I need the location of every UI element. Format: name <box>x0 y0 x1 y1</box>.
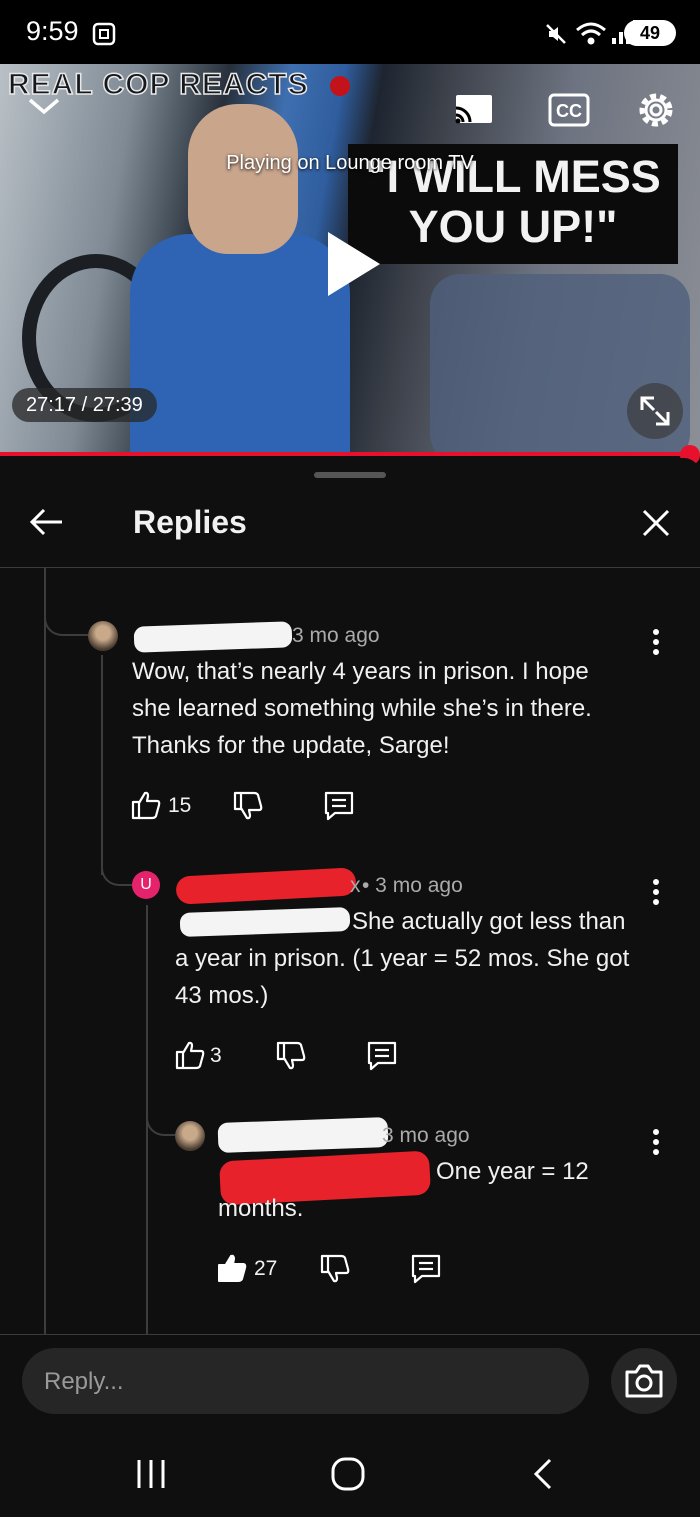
system-nav-bar <box>0 1430 700 1517</box>
thumbs-up-icon[interactable] <box>216 1252 248 1284</box>
reply-icon[interactable] <box>410 1253 442 1285</box>
driver-face <box>188 104 298 254</box>
minimize-chevron-icon[interactable] <box>26 94 62 118</box>
progress-bar[interactable] <box>0 452 690 456</box>
panel-title: Replies <box>133 504 247 540</box>
status-time: 9:59 <box>26 16 79 46</box>
thumbs-down-icon[interactable] <box>275 1040 307 1072</box>
comment-text: One year = 12 <box>436 1158 589 1185</box>
reply-divider <box>0 1334 700 1335</box>
avatar[interactable] <box>175 1121 205 1151</box>
more-icon[interactable] <box>646 878 666 908</box>
camera-button[interactable] <box>611 1348 677 1414</box>
close-icon[interactable] <box>640 507 672 539</box>
video-player[interactable]: REAL COP REACTS CC "I WILL MESS YOU UP!"… <box>0 64 700 456</box>
settings-icon[interactable] <box>636 90 676 130</box>
comment-time: 3 mo ago <box>292 624 380 647</box>
camera-icon <box>625 1364 663 1398</box>
handle-suffix: x <box>350 874 361 897</box>
like-count: 3 <box>210 1044 222 1067</box>
redacted-username <box>217 1117 389 1153</box>
reply-input[interactable]: Reply... <box>22 1348 589 1414</box>
reply-placeholder: Reply... <box>44 1368 124 1395</box>
home-icon[interactable] <box>330 1456 366 1492</box>
fullscreen-icon[interactable] <box>626 382 684 440</box>
thread-line <box>101 655 103 875</box>
comment-time: • 3 mo ago <box>362 874 463 897</box>
screenshot-icon <box>92 22 116 46</box>
comment-text: months. <box>218 1195 304 1222</box>
thread-connector <box>101 850 133 886</box>
avatar[interactable]: U <box>132 871 160 899</box>
status-bar: 9:59 49 <box>0 0 700 64</box>
comment-time: 3 mo ago <box>382 1124 470 1147</box>
wifi-icon <box>576 22 606 45</box>
like-count: 27 <box>254 1257 278 1280</box>
casting-status: Playing on Lounge room TV <box>226 152 474 174</box>
thread-connector <box>44 600 90 636</box>
mute-icon <box>546 24 566 44</box>
drag-handle[interactable] <box>314 472 386 478</box>
reply-icon[interactable] <box>323 790 355 822</box>
more-icon[interactable] <box>646 628 666 658</box>
back-arrow-icon[interactable] <box>28 506 64 538</box>
thumbs-up-icon[interactable] <box>174 1039 206 1071</box>
svg-text:CC: CC <box>556 101 582 121</box>
thread-line <box>44 568 46 1334</box>
battery-indicator: 49 <box>624 20 676 46</box>
thumbs-up-icon[interactable] <box>130 789 162 821</box>
back-icon[interactable] <box>530 1456 558 1492</box>
thread-connector <box>146 1100 176 1136</box>
reply-icon[interactable] <box>366 1040 398 1072</box>
recents-icon[interactable] <box>134 1458 168 1490</box>
comment-text: Wow, that’s nearly 4 years in prison. I … <box>132 658 592 759</box>
comment-text: She actually got less than <box>352 908 626 935</box>
play-icon[interactable] <box>300 224 390 304</box>
cc-icon[interactable]: CC <box>547 92 591 128</box>
like-count: 15 <box>168 794 192 817</box>
comment-text: a year in prison. (1 year = 52 mos. She … <box>175 945 630 1009</box>
header-divider <box>0 567 700 568</box>
more-icon[interactable] <box>646 1128 666 1158</box>
record-dot <box>330 76 350 96</box>
cast-icon[interactable] <box>452 92 496 128</box>
avatar[interactable] <box>88 621 118 651</box>
thumbs-down-icon[interactable] <box>232 790 264 822</box>
redacted-username <box>133 621 293 653</box>
time-display: 27:17 / 27:39 <box>12 388 157 422</box>
thumbs-down-icon[interactable] <box>319 1253 351 1285</box>
